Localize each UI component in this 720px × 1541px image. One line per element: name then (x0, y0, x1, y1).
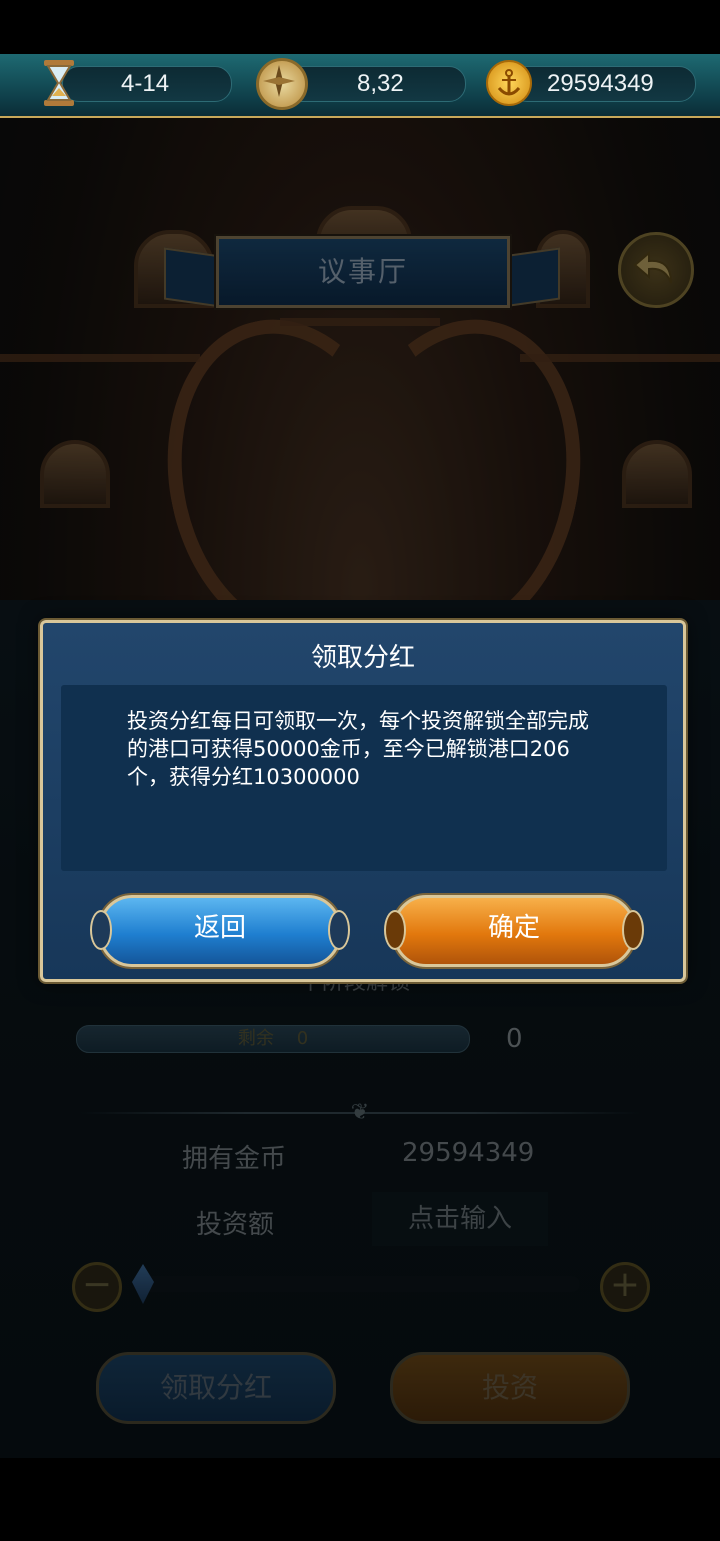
hourglass-icon (36, 58, 82, 106)
dialog-confirm-label: 确定 (487, 913, 540, 943)
compass-counter: 8,32 (282, 66, 466, 102)
resource-bar: 4-14 8,32 29594349 (0, 54, 720, 118)
dialog-body: 投资分红每日可领取一次，每个投资解锁全部完成的港口可获得50000金币，至今已解… (61, 685, 667, 871)
collect-dividend-dialog: 领取分红 投资分红每日可领取一次，每个投资解锁全部完成的港口可获得50000金币… (40, 620, 686, 982)
status-bar (0, 0, 720, 54)
compass-icon (256, 58, 308, 110)
dialog-confirm-button[interactable]: 确定 (384, 895, 644, 967)
gold-value: 29594349 (547, 70, 654, 97)
compass-value: 8,32 (357, 70, 404, 97)
dialog-back-label: 返回 (193, 913, 246, 943)
dialog-message: 投资分红每日可领取一次，每个投资解锁全部完成的港口可获得50000金币，至今已解… (127, 709, 589, 789)
date-counter: 4-14 (62, 66, 232, 102)
button-cap-ornament (90, 910, 112, 950)
button-cap-ornament (328, 910, 350, 950)
anchor-coin-icon (486, 60, 532, 106)
dialog-title: 领取分红 (310, 643, 415, 673)
date-value: 4-14 (121, 70, 170, 97)
button-cap-ornament (622, 910, 644, 950)
system-nav-bar (0, 1458, 720, 1541)
button-cap-ornament (384, 910, 406, 950)
dialog-back-button[interactable]: 返回 (90, 895, 350, 967)
gold-counter: 29594349 (510, 66, 696, 102)
